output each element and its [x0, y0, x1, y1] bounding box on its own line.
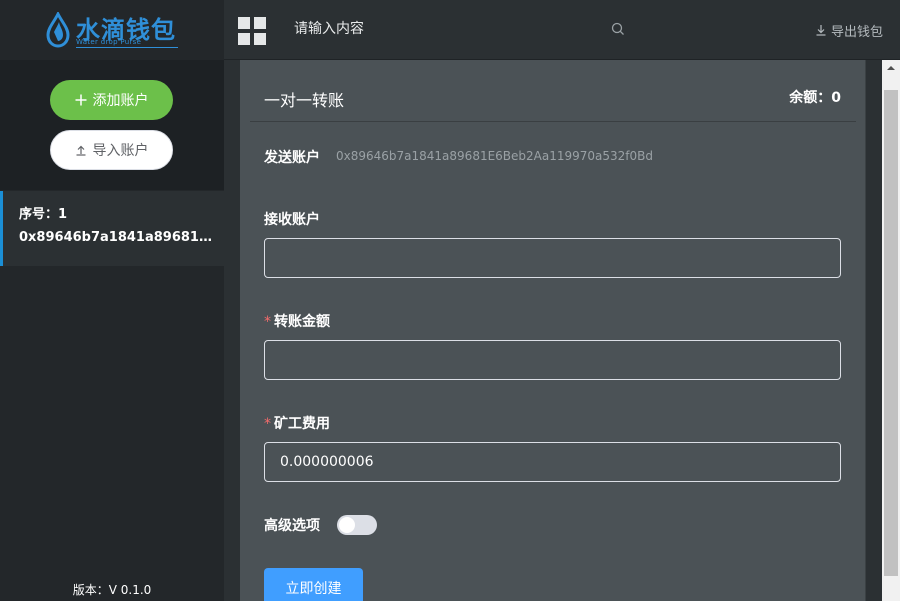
- download-icon: [816, 25, 826, 36]
- fee-input[interactable]: [264, 442, 841, 482]
- grid-icon[interactable]: [238, 17, 266, 45]
- add-account-label: 添加账户: [92, 93, 149, 109]
- top-bar: 水滴钱包 Water drop Purse 导出钱包: [0, 0, 900, 60]
- required-mark: *: [264, 416, 271, 432]
- account-list-item[interactable]: 序号：1 0x89646b7a1841a89681E6...: [0, 191, 224, 266]
- create-button[interactable]: 立即创建: [264, 568, 363, 601]
- upload-icon: [76, 145, 85, 156]
- water-drop-icon: [46, 12, 70, 48]
- account-index: 序号：1: [19, 207, 68, 222]
- sidebar: 添加账户 导入账户 序号：1 0x89646b7a1841a89681E6...…: [0, 60, 224, 601]
- required-mark: *: [264, 314, 271, 330]
- toggle-knob: [339, 517, 355, 533]
- export-wallet-button[interactable]: 导出钱包: [815, 20, 883, 40]
- logo: 水滴钱包 Water drop Purse: [0, 0, 224, 60]
- plus-icon: [75, 94, 86, 106]
- send-account-label: 发送账户: [264, 150, 320, 166]
- import-account-button[interactable]: 导入账户: [50, 130, 173, 170]
- receive-account-input[interactable]: [264, 238, 841, 278]
- advanced-options-label: 高级选项: [264, 518, 320, 534]
- send-account-address: 0x89646b7a1841a89681E6Beb2Aa119970a532f0…: [336, 149, 654, 163]
- search-input[interactable]: [284, 14, 634, 44]
- export-wallet-label: 导出钱包: [831, 24, 884, 40]
- version-label: 版本：V 0.1.0: [72, 583, 152, 597]
- account-address: 0x89646b7a1841a89681E6...: [19, 230, 219, 245]
- divider: [250, 121, 856, 122]
- search-icon[interactable]: [611, 22, 625, 36]
- panel-title: 一对一转账: [264, 91, 345, 110]
- scrollbar[interactable]: [882, 60, 900, 601]
- scroll-up-arrow-icon[interactable]: [882, 60, 900, 76]
- transfer-panel: 一对一转账 余额：0 发送账户 0x89646b7a1841a89681E6Be…: [240, 60, 866, 601]
- sidebar-actions: 添加账户 导入账户: [0, 60, 224, 190]
- import-account-label: 导入账户: [92, 143, 149, 159]
- advanced-options-toggle[interactable]: [337, 515, 377, 535]
- logo-subtitle: Water drop Purse: [76, 38, 142, 46]
- scroll-thumb[interactable]: [884, 90, 898, 576]
- amount-label: 转账金额: [274, 314, 330, 330]
- fee-label: 矿工费用: [274, 416, 330, 432]
- add-account-button[interactable]: 添加账户: [50, 80, 173, 120]
- balance-label: 余额：0: [789, 90, 841, 106]
- amount-label-row: * 转账金额: [264, 311, 330, 331]
- receive-account-label: 接收账户: [264, 212, 320, 228]
- logo-underline: [76, 47, 178, 48]
- amount-input[interactable]: [264, 340, 841, 380]
- fee-label-row: * 矿工费用: [264, 413, 330, 433]
